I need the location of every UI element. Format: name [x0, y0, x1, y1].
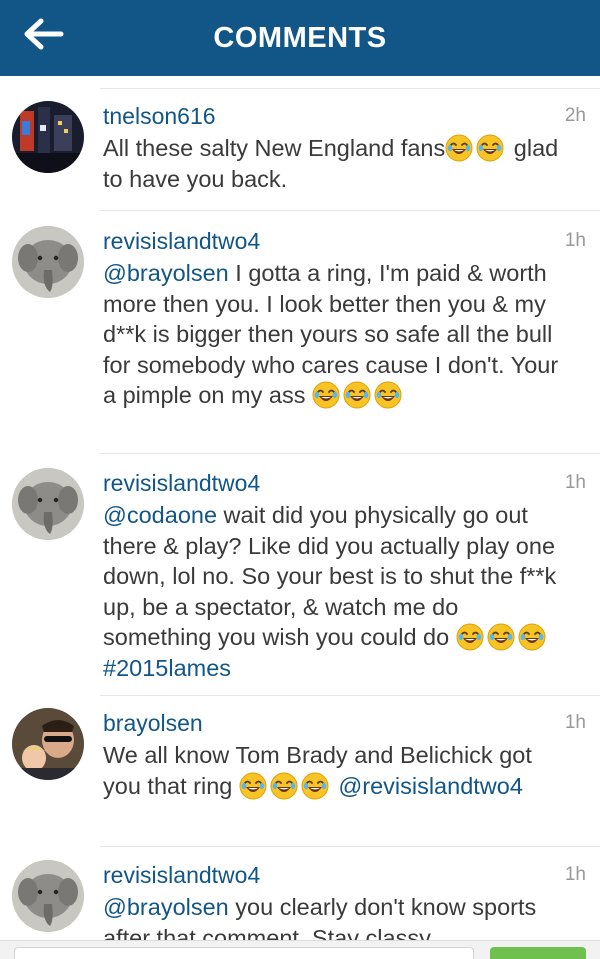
joy-emoji-icon: [445, 134, 473, 162]
divider: [100, 453, 600, 454]
divider: [100, 210, 600, 211]
comments-list: tnelson616 2h All these salty New Englan…: [0, 76, 600, 940]
comment-username[interactable]: revisislandtwo4: [103, 226, 260, 256]
comment-text: @brayolsen I gotta a ring, I'm paid & wo…: [103, 258, 573, 411]
comment-username[interactable]: revisislandtwo4: [103, 860, 260, 890]
arrow-left-icon: [21, 16, 65, 57]
joy-emoji-icon: [312, 381, 340, 409]
avatar[interactable]: [12, 226, 84, 298]
comment-timestamp: 1h: [564, 864, 586, 885]
comment-text-segment: All these salty New England fans: [103, 135, 446, 161]
comment-item: revisislandtwo4 1h @brayolsen you clearl…: [0, 860, 600, 940]
app-header: COMMENTS: [0, 0, 600, 76]
comment-text: @codaone wait did you physically go out …: [103, 500, 573, 683]
comment-text: All these salty New England fans glad to…: [103, 133, 573, 194]
joy-emoji-icon: [301, 772, 329, 800]
joy-emoji-icon: [374, 381, 402, 409]
user-mention-link[interactable]: @revisislandtwo4: [338, 773, 523, 799]
comment-timestamp: 1h: [564, 712, 586, 733]
comment-username[interactable]: brayolsen: [103, 708, 203, 738]
joy-emoji-icon: [476, 134, 504, 162]
comment-timestamp: 2h: [564, 105, 586, 126]
comment-timestamp: 1h: [564, 230, 586, 251]
comment-username[interactable]: revisislandtwo4: [103, 468, 260, 498]
comment-timestamp: 1h: [564, 472, 586, 493]
comment-item: revisislandtwo4 1h @codaone wait did you…: [0, 468, 600, 696]
comment-composer: [0, 940, 600, 959]
user-mention-link[interactable]: @brayolsen: [103, 894, 229, 920]
comment-text: We all know Tom Brady and Belichick got …: [103, 740, 573, 801]
comment-username[interactable]: tnelson616: [103, 101, 216, 131]
send-button[interactable]: [490, 947, 586, 959]
avatar[interactable]: [12, 708, 84, 780]
joy-emoji-icon: [343, 381, 371, 409]
comment-item: revisislandtwo4 1h @brayolsen I gotta a …: [0, 226, 600, 454]
joy-emoji-icon: [239, 772, 267, 800]
page-title: COMMENTS: [213, 21, 387, 54]
divider: [100, 846, 600, 847]
back-button[interactable]: [18, 14, 68, 58]
divider: [100, 88, 600, 89]
comment-item: tnelson616 2h All these salty New Englan…: [0, 101, 600, 211]
avatar[interactable]: [12, 860, 84, 932]
joy-emoji-icon: [487, 623, 515, 651]
comment-item: brayolsen 1h We all know Tom Brady and B…: [0, 708, 600, 847]
joy-emoji-icon: [456, 623, 484, 651]
hashtag-link[interactable]: #2015lames: [103, 655, 231, 681]
avatar[interactable]: [12, 468, 84, 540]
comment-text: @brayolsen you clearly don't know sports…: [103, 892, 573, 940]
divider: [100, 695, 600, 696]
avatar[interactable]: [12, 101, 84, 173]
comment-input[interactable]: [14, 947, 474, 959]
joy-emoji-icon: [270, 772, 298, 800]
user-mention-link[interactable]: @codaone: [103, 502, 217, 528]
user-mention-link[interactable]: @brayolsen: [103, 260, 229, 286]
joy-emoji-icon: [518, 623, 546, 651]
